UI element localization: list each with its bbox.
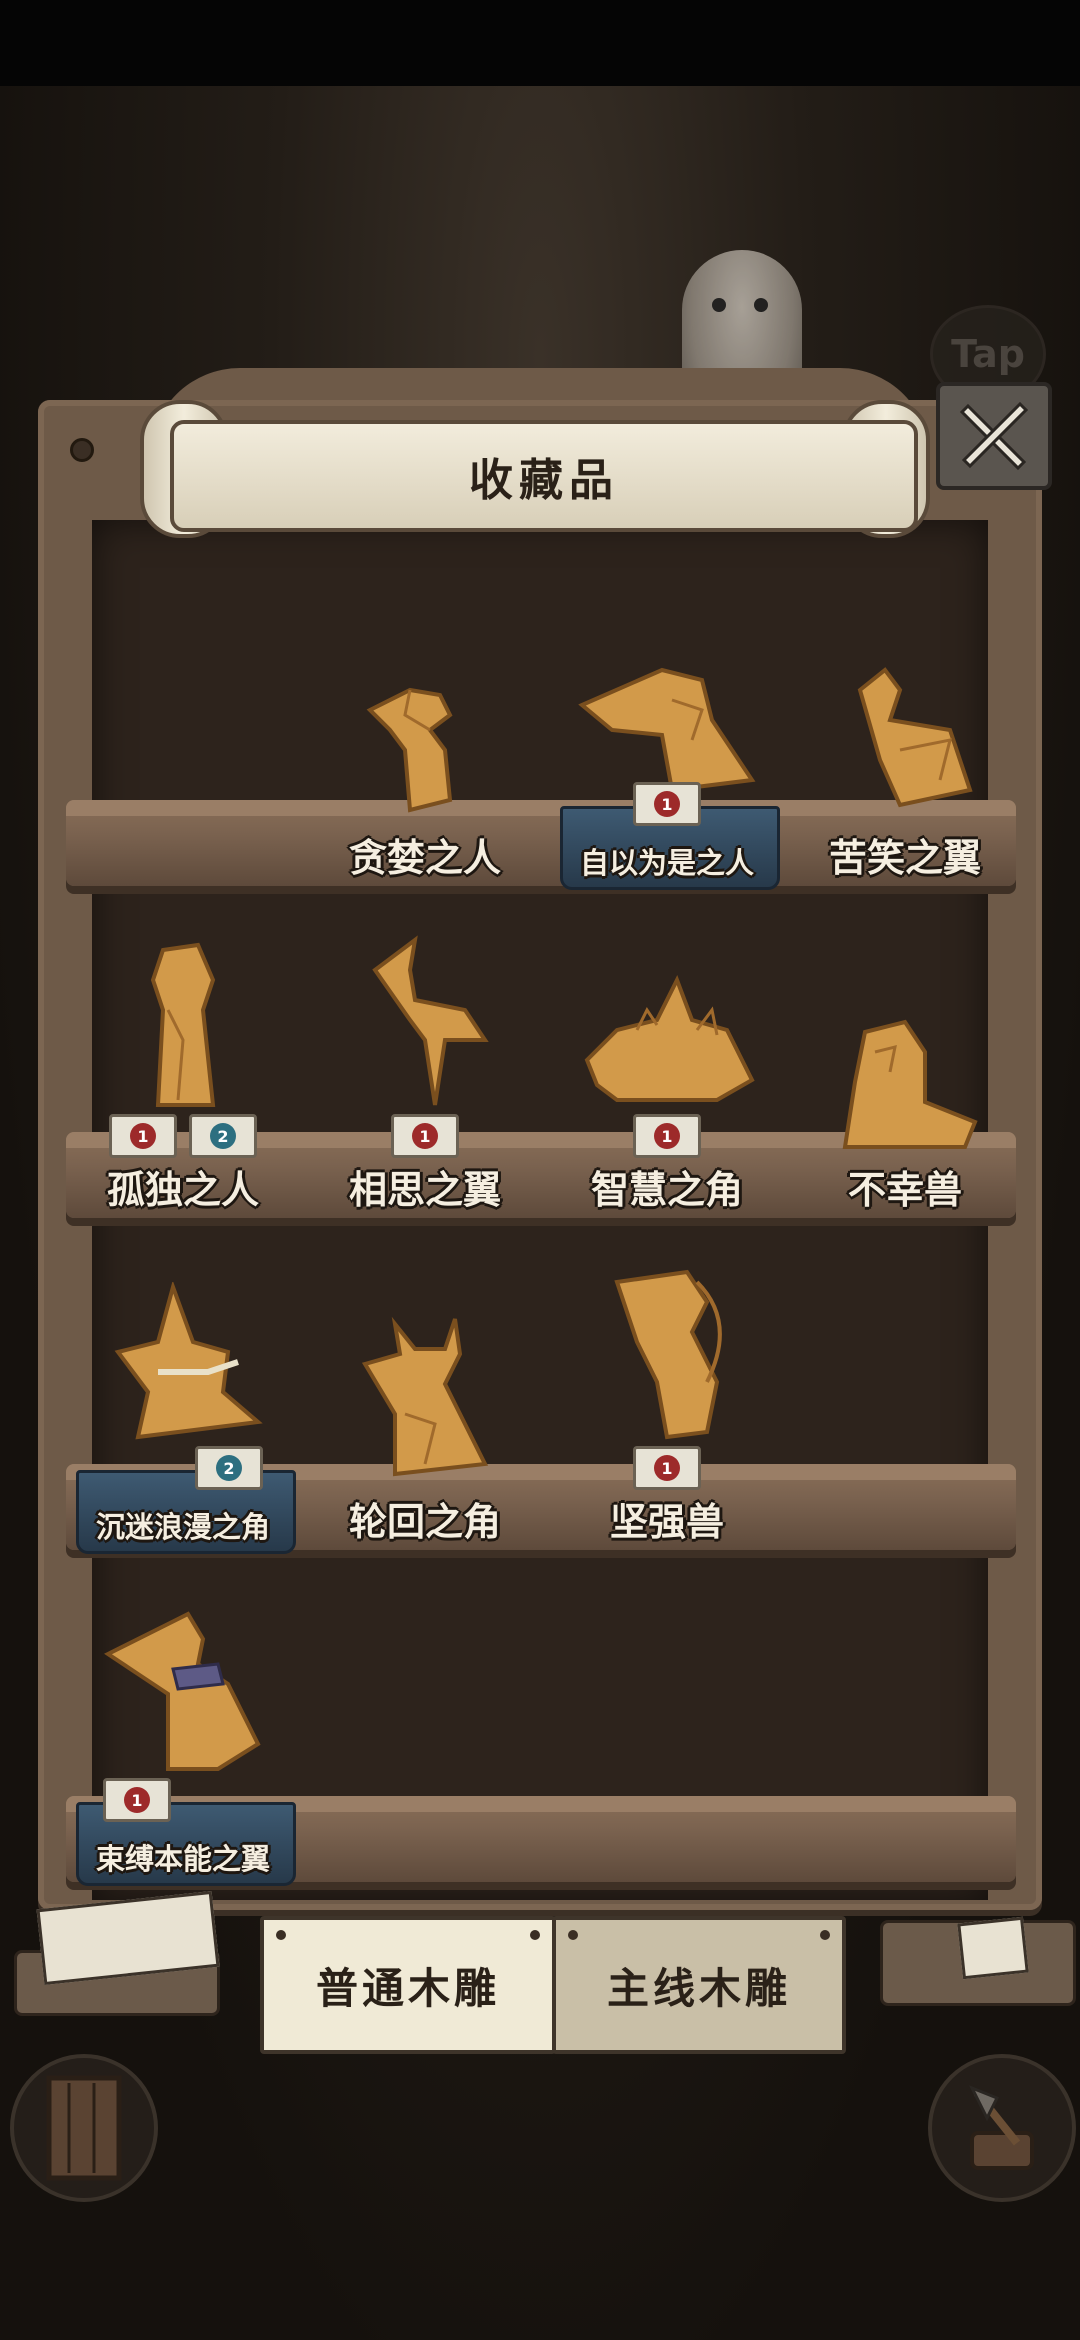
collectible-name: 不幸兽 xyxy=(847,1167,962,1212)
collectible-self-righteous-person[interactable]: 1 自以为是之人 xyxy=(552,640,782,890)
collectible-name: 轮回之角 xyxy=(348,1499,501,1544)
badge: 1 xyxy=(633,1446,701,1490)
collectible-reincarnation-horn[interactable]: 轮回之角 xyxy=(310,1304,540,1554)
collectible-name: 智慧之角 xyxy=(590,1167,743,1212)
seal-icon: 1 xyxy=(130,1123,156,1149)
carving-figure xyxy=(138,940,228,1110)
badge-row: 1 xyxy=(391,1114,459,1158)
tab-label: 主线木雕 xyxy=(606,1963,791,2013)
collectible-name: 沉迷浪漫之角 xyxy=(95,1510,270,1544)
carving-figure xyxy=(572,650,762,800)
collectible-name: 相思之翼 xyxy=(348,1167,501,1212)
carving-figure xyxy=(98,1282,268,1442)
tab-normal-carvings[interactable]: 普通木雕 xyxy=(260,1916,556,2054)
collectible-wisdom-horn[interactable]: 1 智慧之角 xyxy=(552,972,782,1222)
seal-icon: 2 xyxy=(210,1123,236,1149)
close-icon xyxy=(959,401,1029,471)
carve-button[interactable] xyxy=(928,2054,1076,2202)
title-banner: 收藏品 xyxy=(170,420,918,532)
collectible-romance-horn[interactable]: 2 沉迷浪漫之角 xyxy=(68,1282,298,1554)
collectible-name: 苦笑之翼 xyxy=(828,835,981,880)
collectible-greedy-person[interactable]: 贪婪之人 xyxy=(310,640,540,890)
carving-figure xyxy=(830,660,980,820)
badge: 2 xyxy=(189,1114,257,1158)
seal-icon: 1 xyxy=(124,1787,150,1813)
collectible-longing-wing[interactable]: 1 相思之翼 xyxy=(310,935,540,1222)
carving-figure xyxy=(98,1604,268,1774)
badge: 1 xyxy=(103,1778,171,1822)
badge: 1 xyxy=(391,1114,459,1158)
door-button[interactable] xyxy=(10,2054,158,2202)
badge-row: 1 xyxy=(633,782,701,826)
close-button[interactable] xyxy=(936,382,1052,490)
badge: 2 xyxy=(195,1446,263,1490)
paper-scrap-right xyxy=(957,1916,1029,1980)
badge-row: 1 xyxy=(633,1446,701,1490)
collectible-strong-beast[interactable]: 1 坚强兽 xyxy=(552,1269,782,1554)
badge-row: 1 xyxy=(103,1778,171,1822)
carving-figure xyxy=(355,930,495,1110)
collectible-name: 贪婪之人 xyxy=(348,835,501,880)
collectible-bitter-smile-wing[interactable]: 苦笑之翼 xyxy=(790,640,1020,890)
collectible-lonely-person[interactable]: 1 2 孤独之人 xyxy=(68,942,298,1222)
collectible-name: 坚强兽 xyxy=(609,1499,724,1544)
badge: 1 xyxy=(109,1114,177,1158)
collectible-name: 孤独之人 xyxy=(106,1167,259,1212)
tab-label: 普通木雕 xyxy=(315,1963,500,2013)
carving-figure xyxy=(350,670,500,820)
badge: 1 xyxy=(633,782,701,826)
seal-icon: 1 xyxy=(654,1123,680,1149)
seal-icon: 2 xyxy=(216,1455,242,1481)
collectible-name: 束缚本能之翼 xyxy=(95,1842,270,1876)
badge-row: 2 xyxy=(195,1446,263,1490)
seal-icon: 1 xyxy=(412,1123,438,1149)
collectible-bound-instinct-wing[interactable]: 1 束缚本能之翼 xyxy=(68,1611,298,1886)
carving-figure xyxy=(577,970,757,1110)
badge-row: 1 2 xyxy=(109,1114,257,1158)
tab-main-story-carvings[interactable]: 主线木雕 xyxy=(552,1916,846,2054)
axe-icon xyxy=(968,2085,1034,2170)
carving-figure xyxy=(825,1012,985,1152)
collectible-name: 自以为是之人 xyxy=(579,846,754,880)
seal-icon: 1 xyxy=(654,1455,680,1481)
seal-icon: 1 xyxy=(654,791,680,817)
page-title: 收藏品 xyxy=(469,455,619,506)
carving-figure xyxy=(345,1314,505,1484)
badge-row: 1 xyxy=(633,1114,701,1158)
collectible-misfortune-beast[interactable]: 不幸兽 xyxy=(790,972,1020,1222)
door-icon xyxy=(46,2075,122,2181)
carving-figure xyxy=(597,1262,737,1442)
screw-icon xyxy=(70,438,94,462)
badge: 1 xyxy=(633,1114,701,1158)
status-bar xyxy=(0,0,1080,86)
